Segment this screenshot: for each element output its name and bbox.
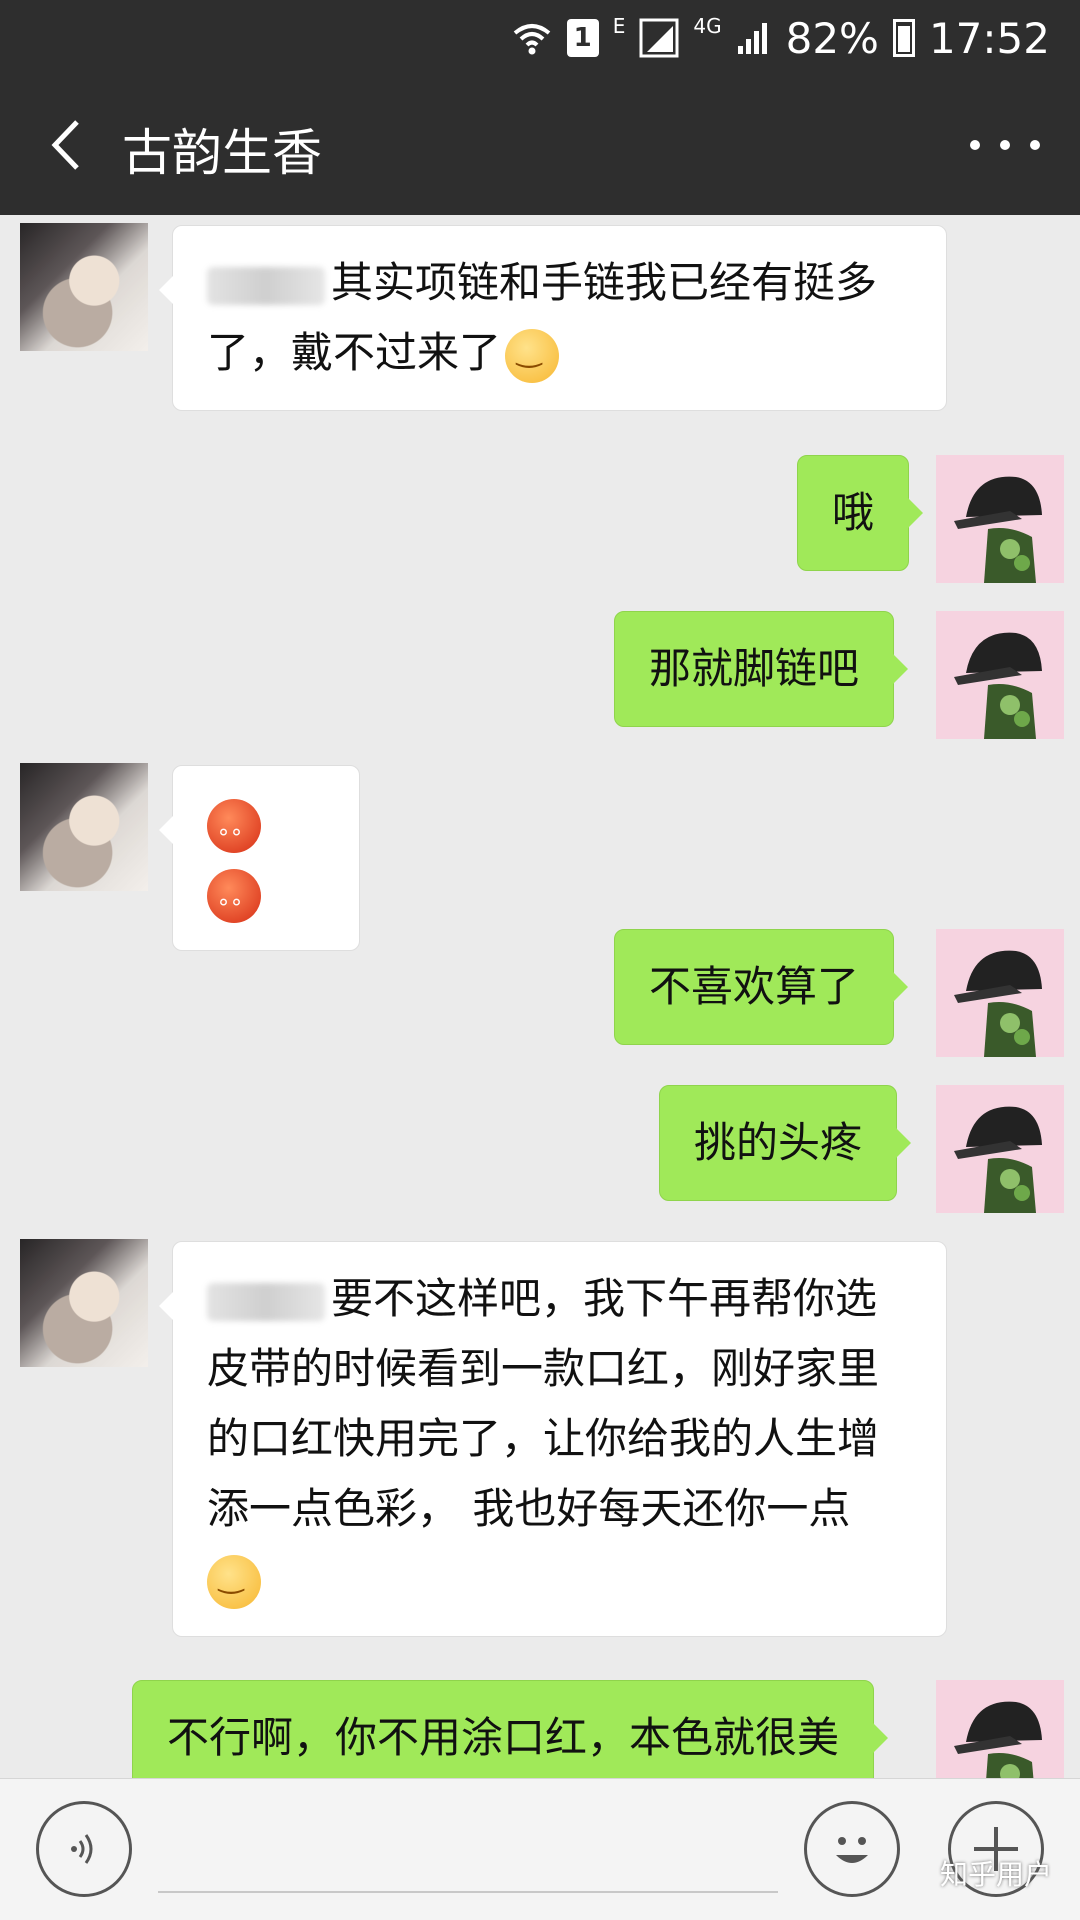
chat-header: 古韵生香 bbox=[0, 75, 1080, 215]
signal-bars-icon bbox=[736, 20, 772, 56]
input-bar: 知乎用户 bbox=[0, 1778, 1080, 1920]
my-avatar[interactable] bbox=[936, 455, 1064, 583]
message-text: 不喜欢算了 bbox=[649, 962, 860, 1011]
more-dot-icon bbox=[1000, 140, 1010, 150]
contact-avatar[interactable] bbox=[20, 223, 148, 351]
signal-icon bbox=[639, 18, 679, 58]
sent-message-bubble[interactable]: 不喜欢算了 bbox=[614, 929, 909, 1045]
blush-emoji-icon bbox=[207, 868, 261, 944]
message-list[interactable]: 其实项链和手链我已经有挺多了，戴不过来了 哦 那就脚链吧 不喜欢算了 挑的头疼 … bbox=[0, 215, 1080, 1778]
chat-title: 古韵生香 bbox=[122, 124, 322, 182]
cap-person-icon bbox=[954, 632, 1042, 739]
my-avatar[interactable] bbox=[936, 929, 1064, 1057]
battery-percent: 82% bbox=[785, 13, 879, 63]
blurred-name bbox=[207, 266, 325, 305]
chevron-left-icon bbox=[51, 120, 79, 170]
message-text: 不行啊，你不用涂口红，本色就很美 bbox=[167, 1713, 840, 1762]
contact-avatar[interactable] bbox=[20, 1239, 148, 1367]
received-message-bubble[interactable] bbox=[159, 765, 360, 951]
message-text: 哦 bbox=[832, 488, 875, 537]
cap-person-icon bbox=[954, 1701, 1042, 1778]
cap-person-icon bbox=[954, 950, 1042, 1057]
cap-person-icon bbox=[954, 476, 1042, 583]
back-button[interactable] bbox=[36, 115, 96, 175]
received-message-bubble[interactable]: 要不这样吧，我下午再帮你选皮带的时候看到一款口红，刚好家里的口红快用完了，让你给… bbox=[159, 1241, 947, 1637]
more-dot-icon bbox=[970, 140, 980, 150]
more-options-button[interactable] bbox=[970, 115, 1040, 175]
network-4g-label: 4G bbox=[693, 14, 722, 38]
message-input[interactable] bbox=[158, 1891, 778, 1893]
sent-message-bubble[interactable]: 不行啊，你不用涂口红，本色就很美 bbox=[132, 1680, 889, 1778]
smiley-icon bbox=[836, 1837, 868, 1863]
sent-message-bubble[interactable]: 挑的头疼 bbox=[659, 1085, 912, 1201]
clock: 17:52 bbox=[928, 13, 1050, 63]
smile-emoji-icon bbox=[207, 1543, 261, 1613]
wifi-icon bbox=[511, 17, 553, 59]
battery-icon bbox=[892, 19, 915, 57]
watermark: 知乎用户 bbox=[939, 1858, 1052, 1891]
status-icons: 1 E 4G 82% 17:52 bbox=[511, 10, 1050, 66]
sim-icon: 1 bbox=[566, 19, 599, 57]
received-message-bubble[interactable]: 其实项链和手链我已经有挺多了，戴不过来了 bbox=[159, 225, 947, 411]
network-e-label: E bbox=[612, 14, 626, 38]
blurred-name bbox=[207, 1282, 325, 1321]
more-dot-icon bbox=[1030, 140, 1040, 150]
blush-emoji-icon bbox=[207, 798, 261, 874]
contact-avatar[interactable] bbox=[20, 763, 148, 891]
smile-emoji-icon bbox=[505, 317, 560, 387]
voice-icon bbox=[71, 1834, 93, 1864]
cap-person-icon bbox=[954, 1106, 1042, 1213]
voice-input-button[interactable] bbox=[36, 1801, 132, 1897]
emoji-button[interactable] bbox=[804, 1801, 900, 1897]
sent-message-bubble[interactable]: 哦 bbox=[797, 455, 924, 571]
message-text: 那就脚链吧 bbox=[649, 644, 860, 693]
my-avatar[interactable] bbox=[936, 1680, 1064, 1778]
my-avatar[interactable] bbox=[936, 611, 1064, 739]
sent-message-bubble[interactable]: 那就脚链吧 bbox=[614, 611, 909, 727]
message-text: 挑的头疼 bbox=[694, 1118, 863, 1167]
status-bar: 1 E 4G 82% 17:52 bbox=[0, 0, 1080, 75]
my-avatar[interactable] bbox=[936, 1085, 1064, 1213]
